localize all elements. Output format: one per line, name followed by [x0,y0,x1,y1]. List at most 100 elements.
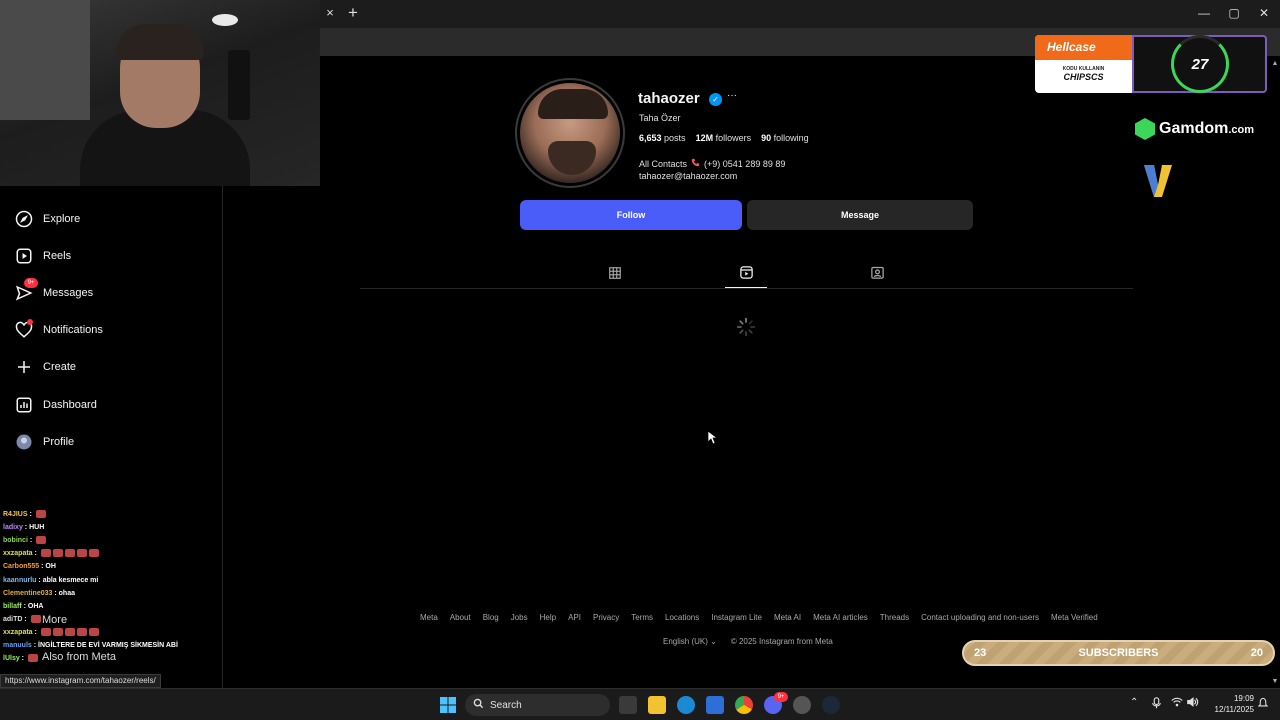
gamdom-logo-icon [1135,118,1155,140]
taskbar-clock[interactable]: 19:09 12/11/2025 [1206,693,1254,715]
chat-username: R4JIUS [3,511,28,518]
tab-tagged[interactable] [856,262,898,288]
microphone-icon[interactable] [1152,697,1161,712]
sidebar-item-explore[interactable]: Explore [14,205,214,233]
gamdom-text: Gamdom.com [1159,120,1254,138]
subs-label: SUBSCRIBERS [1078,647,1159,659]
gamdom-tld: .com [1228,124,1255,136]
sidebar-item-create[interactable]: Create [14,353,214,381]
footer-link[interactable]: Meta Verified [1051,613,1098,622]
tabs-divider [360,288,1133,289]
task-view-icon[interactable] [619,696,637,714]
footer-link[interactable]: Meta [420,613,438,622]
profile-avatar-ring[interactable] [515,78,625,188]
chat-message: lUlsy : [3,653,38,665]
profile-avatar [520,83,620,183]
sidebar-item-label: Messages [43,287,94,299]
steam-icon[interactable] [822,696,840,714]
sidebar-item-label: Explore [43,213,81,225]
chat-message: xxzapata : [3,548,99,560]
sidebar-item-more[interactable]: More [42,614,67,626]
footer-link[interactable]: About [450,613,471,622]
footer-link[interactable]: Jobs [511,613,528,622]
profile-contact[interactable]: All Contacts (+9) 0541 289 89 89 [639,158,785,169]
notification-bell-icon[interactable] [1257,697,1269,711]
footer-link[interactable]: Meta AI articles [813,613,868,622]
chat-emote-icon [88,628,99,637]
chat-message: ladixy : HUH [3,522,44,534]
hellcase-sponsor-overlay: Hellcase KODU KULLANIN CHIPSCS [1035,35,1132,93]
message-button[interactable]: Message [747,200,973,230]
avatar-beard [548,141,596,175]
profile-email[interactable]: tahaozer@tahaozer.com [639,171,737,181]
tray-chevron-up-icon[interactable]: ⌃ [1130,697,1138,708]
posts-label: posts [664,133,686,143]
sidebar-item-also-from-meta[interactable]: Also from Meta [42,651,116,663]
footer-link[interactable]: Threads [880,613,909,622]
settings-gear-icon[interactable] [793,696,811,714]
wifi-icon[interactable] [1171,697,1183,710]
restore-icon[interactable]: ▢ [1224,5,1244,21]
minimize-icon[interactable]: — [1194,5,1214,21]
chat-username: adiTD [3,615,23,623]
compass-icon [14,209,34,229]
follow-button[interactable]: Follow [520,200,742,230]
webcam-speaker [228,50,250,120]
following-stat[interactable]: 90 following [761,133,809,143]
store-icon[interactable] [706,696,724,714]
new-tab-icon[interactable]: + [345,4,361,22]
webcam-overlay [0,0,320,186]
gamdom-brand: Gamdom [1159,120,1229,137]
sidebar-item-reels[interactable]: Reels [14,242,214,270]
discord-badge: 9+ [774,692,788,702]
chat-username: billaff [3,602,22,610]
footer-link[interactable]: Blog [483,613,499,622]
tab-posts[interactable] [594,262,636,288]
file-explorer-icon[interactable] [648,696,666,714]
followers-stat[interactable]: 12M followers [696,133,752,143]
footer-link[interactable]: Locations [665,613,699,622]
chrome-icon[interactable] [735,696,753,714]
sidebar-item-messages[interactable]: 9+ Messages [14,278,214,307]
sidebar-item-notifications[interactable]: Notifications [14,316,214,344]
address-bar[interactable] [330,32,1020,52]
footer-link[interactable]: Contact uploading and non-users [921,613,1039,622]
footer-link[interactable]: Help [540,613,556,622]
chat-username: xxzapata [3,550,33,558]
chat-emote-icon [35,510,46,519]
scroll-down-arrow-icon[interactable]: ▼ [1270,678,1280,688]
windows-start-icon[interactable] [439,696,457,714]
chat-emote-icon [52,628,63,637]
contact-phone: (+9) 0541 289 89 89 [704,158,786,169]
gamdom-sponsor-logo: Gamdom.com [1135,118,1254,140]
sidebar-item-profile[interactable]: Profile [14,428,214,456]
footer-link[interactable]: Privacy [593,613,619,622]
footer-bottom: English (UK) ⌄ © 2025 Instagram from Met… [663,637,833,646]
edge-icon[interactable] [677,696,695,714]
avatar-icon [14,432,34,452]
sidebar-item-label: Notifications [43,324,103,336]
discord-icon[interactable]: 9+ [764,692,788,714]
sidebar-item-label: Profile [43,436,75,448]
window-close-icon[interactable]: ✕ [1254,5,1274,21]
timer-value: 27 [1171,35,1229,93]
tab-reels[interactable] [725,262,767,288]
footer-link[interactable]: Instagram Lite [711,613,762,622]
taskbar-search[interactable]: Search [465,694,610,716]
tagged-icon [870,265,885,285]
language-selector[interactable]: English (UK) ⌄ [663,637,717,646]
scroll-up-arrow-icon[interactable]: ▲ [1270,60,1280,70]
footer-link[interactable]: API [568,613,581,622]
chat-separator: : [32,628,39,636]
v-sponsor-logo-icon [1142,163,1174,199]
more-options-icon[interactable]: ··· [727,91,739,103]
chat-emote-icon [36,536,47,545]
sidebar-item-label: Dashboard [43,399,97,411]
close-tab-icon[interactable]: × [322,5,338,21]
volume-icon[interactable] [1187,697,1199,710]
chat-text: OHA [27,602,44,610]
notification-dot [27,319,33,325]
footer-link[interactable]: Meta AI [774,613,801,622]
footer-link[interactable]: Terms [631,613,653,622]
sidebar-item-dashboard[interactable]: Dashboard [14,391,214,419]
